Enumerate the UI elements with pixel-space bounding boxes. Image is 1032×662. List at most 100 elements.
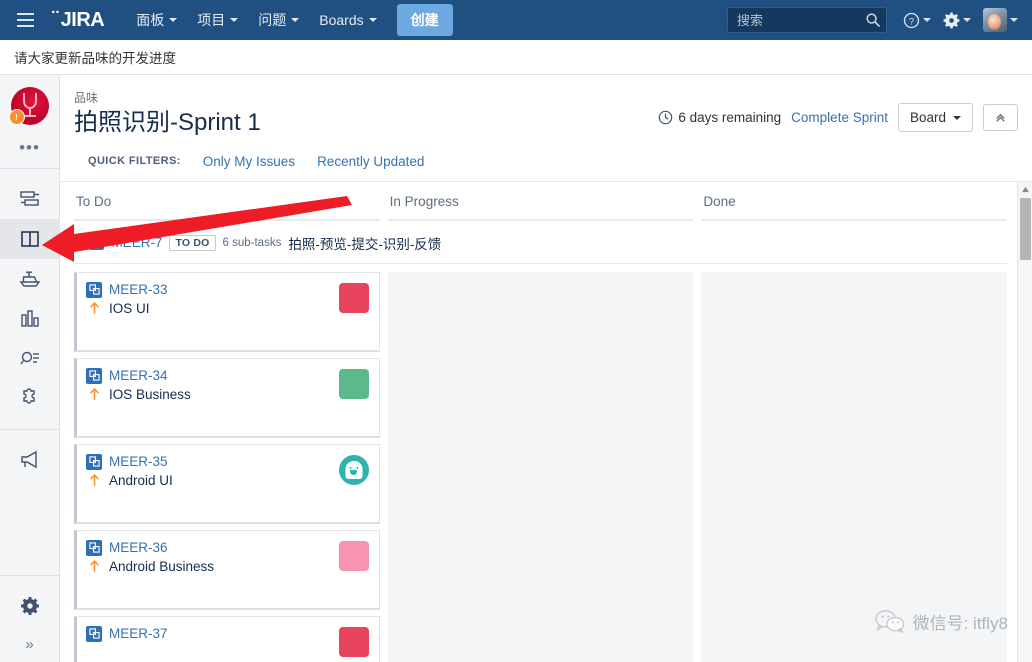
sidebar-nav-group (0, 169, 59, 429)
assignee-avatar[interactable] (338, 282, 369, 313)
notification-badge-icon: ! (8, 109, 25, 125)
sidebar-divider (0, 575, 59, 576)
sidebar-item-backlog[interactable] (0, 179, 59, 219)
swimlane-checkbox[interactable] (89, 235, 105, 251)
ghost-avatar-icon (345, 461, 363, 480)
card-MEER-33[interactable]: MEER-33 IOS UI (74, 271, 380, 352)
board-menu-button[interactable]: Board (897, 103, 973, 132)
breadcrumb[interactable]: 品味 (74, 89, 261, 106)
help-button[interactable]: ? (897, 7, 937, 34)
quick-filter-recently-updated[interactable]: Recently Updated (317, 154, 424, 169)
sidebar-item-issues[interactable] (0, 339, 59, 379)
svg-text:?: ? (909, 16, 914, 27)
gear-icon (20, 597, 39, 615)
nav-item-dashboards-label: 面板 (136, 12, 165, 28)
chevron-down-icon[interactable]: ˅ (75, 237, 83, 248)
card-issue-key[interactable]: MEER-37 (109, 626, 168, 641)
complete-sprint-link[interactable]: Complete Sprint (791, 110, 888, 125)
search-box (727, 7, 887, 33)
nav-item-boards-label: Boards (319, 12, 364, 28)
column-in-progress[interactable] (387, 271, 694, 662)
card-body: MEER-33 IOS UI (86, 281, 331, 319)
quick-filters-bar: QUICK FILTERS: Only My Issues Recently U… (74, 138, 1018, 181)
jira-logo-text: JIRA (60, 9, 105, 31)
nav-item-dashboards[interactable]: 面板 (126, 1, 187, 39)
board-header-row: 品味 拍照识别-Sprint 1 6 days remaining Comple… (74, 89, 1018, 138)
project-avatar[interactable]: ! (8, 87, 49, 125)
search-input[interactable] (727, 7, 887, 33)
status-badge: TO DO (169, 234, 216, 251)
search-icon[interactable] (865, 12, 881, 28)
scrollbar-thumb[interactable] (1020, 197, 1031, 260)
assignee-avatar[interactable] (338, 368, 369, 399)
board-header: 品味 拍照识别-Sprint 1 6 days remaining Comple… (60, 75, 1032, 181)
card-issue-key[interactable]: MEER-36 (109, 540, 168, 555)
sidebar-expand-button[interactable]: » (0, 626, 59, 662)
board-icon (20, 231, 39, 247)
column-done[interactable] (701, 271, 1008, 662)
card-issue-key[interactable]: MEER-35 (109, 454, 168, 469)
nav-item-boards[interactable]: Boards (309, 3, 386, 37)
settings-button[interactable] (937, 7, 977, 34)
card-summary-row: Android UI (86, 473, 331, 488)
card-MEER-37[interactable]: MEER-37 (74, 615, 380, 662)
collapse-header-button[interactable] (983, 104, 1018, 131)
sidebar-item-board[interactable] (0, 219, 59, 259)
sidebar-announce-group (0, 430, 59, 490)
card-body: MEER-34 IOS Business (86, 367, 331, 405)
sidebar-item-announcements[interactable] (0, 440, 59, 480)
days-remaining: 6 days remaining (658, 110, 781, 125)
profile-button[interactable] (977, 3, 1024, 37)
vertical-scrollbar[interactable] (1017, 181, 1032, 662)
magnifier-issues-icon (19, 351, 39, 365)
assignee-avatar[interactable] (338, 454, 369, 485)
jira-mark-icon: ¨ (52, 8, 59, 30)
sidebar-bottom-group: » (0, 575, 59, 662)
nav-item-issues[interactable]: 问题 (248, 1, 309, 39)
card-MEER-34[interactable]: MEER-34 IOS Business (74, 357, 380, 438)
column-todo[interactable]: MEER-33 IOS UI MEER-34 IOS Business MEER… (74, 271, 380, 662)
priority-high-up-arrow-icon (86, 387, 102, 401)
create-button[interactable]: 创建 (396, 4, 453, 36)
board-title-block: 品味 拍照识别-Sprint 1 (74, 89, 261, 138)
board-columns: MEER-33 IOS UI MEER-34 IOS Business MEER… (74, 264, 1008, 662)
megaphone-icon (20, 450, 37, 469)
card-summary: Android UI (109, 472, 173, 488)
swimlane-header[interactable]: ˅ MEER-7 TO DO 6 sub-tasks 拍照-预览-提交-识别-反… (74, 221, 1007, 264)
chevron-down-icon (923, 18, 931, 22)
subtask-icon (86, 367, 102, 384)
card-issue-key[interactable]: MEER-34 (109, 368, 168, 383)
card-body: MEER-35 Android UI (86, 453, 331, 491)
card-issue-key[interactable]: MEER-33 (109, 282, 168, 297)
sidebar-item-addons[interactable] (0, 379, 59, 419)
announcement-banner-text: 请大家更新品味的开发进度 (14, 51, 176, 66)
project-sidebar: ! ••• » (0, 75, 60, 662)
chevron-up-icon (996, 113, 1005, 122)
hamburger-menu-icon[interactable] (12, 7, 38, 33)
quick-filter-only-my-issues[interactable]: Only My Issues (203, 154, 295, 169)
assignee-avatar[interactable] (338, 626, 369, 657)
scroll-up-arrow-icon[interactable] (1018, 182, 1032, 197)
board-menu-label: Board (909, 110, 946, 125)
days-remaining-text: 6 days remaining (678, 110, 782, 125)
sidebar-item-releases[interactable] (0, 259, 59, 299)
jira-logo[interactable]: ¨ JIRA (52, 8, 105, 31)
sidebar-more-button[interactable]: ••• (0, 139, 59, 156)
board-header-actions: 6 days remaining Complete Sprint Board (658, 89, 1018, 132)
card-summary: IOS UI (109, 300, 150, 316)
card-summary: IOS Business (109, 386, 191, 402)
card-MEER-35[interactable]: MEER-35 Android UI (74, 443, 380, 524)
app-shell: ! ••• » 品味 拍照识别-Sprint 1 6 days remainin… (0, 75, 1032, 662)
sidebar-item-reports[interactable] (0, 299, 59, 339)
card-MEER-36[interactable]: MEER-36 Android Business (74, 529, 380, 610)
swimlane-issue-key[interactable]: MEER-7 (111, 235, 162, 250)
card-key-row: MEER-33 (86, 281, 331, 298)
sidebar-item-project-settings[interactable] (0, 586, 59, 626)
card-key-row: MEER-34 (86, 367, 331, 384)
nav-item-projects[interactable]: 项目 (187, 1, 248, 39)
card-summary: Android Business (109, 558, 215, 574)
card-summary-row: Android Business (86, 559, 331, 574)
card-summary-row: IOS UI (86, 301, 331, 316)
card-summary-row: IOS Business (86, 387, 331, 402)
assignee-avatar[interactable] (338, 540, 369, 571)
